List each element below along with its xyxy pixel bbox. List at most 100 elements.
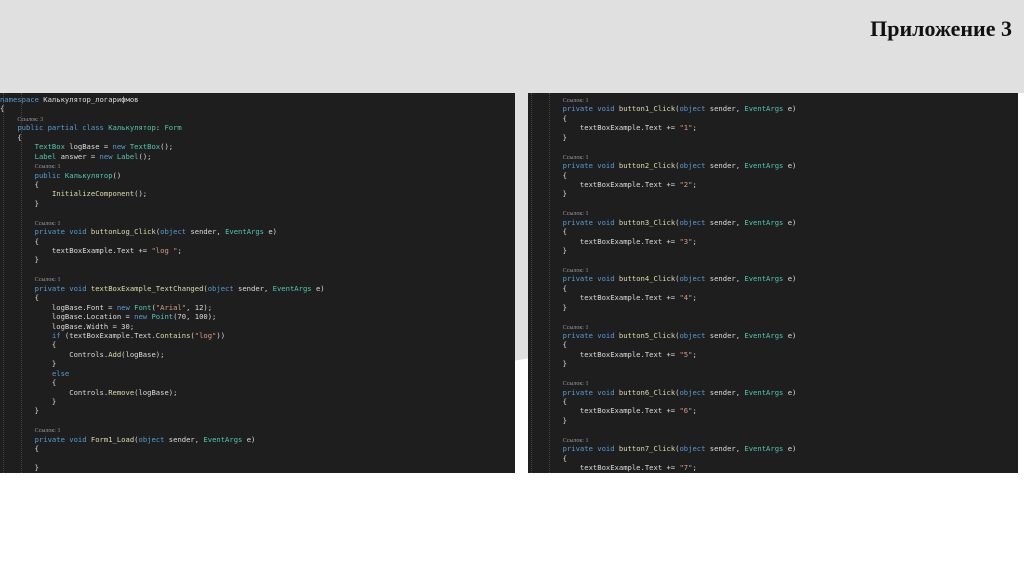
code-token: ; [692, 293, 697, 303]
code-token: } [0, 397, 57, 406]
code-token: ; [177, 246, 182, 255]
code-line: Ссылок: 1 [528, 95, 796, 104]
code-token: (); [160, 142, 174, 152]
code-line: { [0, 104, 325, 113]
code-token: } [528, 473, 567, 474]
reference-count-label: Ссылок: 1 [562, 98, 589, 104]
code-token: button5_Click [618, 330, 676, 340]
code-token: } [528, 359, 567, 369]
reference-count-label: Ссылок: 1 [562, 267, 589, 274]
code-line: Ссылок: 3 [0, 114, 325, 123]
code-token: { [0, 132, 22, 142]
code-line: } [0, 463, 325, 472]
code-token: { [528, 283, 567, 293]
code-line: logBase.Width = 30; [0, 322, 325, 331]
code-line: } [528, 473, 796, 474]
code-token: ; [692, 463, 697, 473]
code-token: { [528, 170, 567, 180]
code-token: { [528, 227, 567, 237]
code-token: object [679, 104, 710, 114]
code-token: } [528, 302, 567, 312]
code-line: private void button4_Click(object sender… [528, 274, 797, 283]
code-line: textBoxExample.Text += "5"; [528, 350, 796, 359]
code-token: object [207, 283, 239, 293]
code-token: Form [164, 123, 182, 133]
code-line: textBoxExample.Text += "3"; [528, 237, 796, 246]
code-token: (logBase); [134, 387, 178, 397]
code-token: EventArgs [744, 161, 788, 171]
code-token: button6_Click [618, 387, 676, 397]
code-token: TextBox [34, 142, 70, 152]
code-token: buttonLog_Click [90, 227, 156, 237]
code-token: "5" [679, 349, 693, 359]
code-token: new [112, 142, 130, 152]
code-line: Ссылок: 1 [0, 274, 325, 283]
code-token: logBase.Width = 30; [0, 321, 135, 331]
code-token: "Arial" [155, 302, 187, 312]
code-line: { [528, 227, 796, 236]
code-screenshot-right: Ссылок: 1 private void button1_Click(obj… [528, 93, 1018, 473]
code-token: textBoxExample.Text += [528, 179, 680, 189]
code-token: if [51, 330, 65, 340]
code-line: Ссылок: 1 [0, 425, 325, 434]
code-token: EventArgs [744, 330, 788, 340]
code-line: } [0, 199, 325, 208]
code-token: namespace [0, 95, 44, 104]
code-token: "3" [679, 236, 693, 246]
code-token: EventArgs [744, 444, 788, 454]
code-line: { [528, 284, 796, 293]
code-token: Point [151, 312, 174, 322]
code-line: { [0, 180, 325, 189]
code-line: Controls.Remove(logBase); [0, 388, 325, 397]
code-token: sender, [709, 444, 745, 454]
code-token: } [528, 189, 567, 199]
reference-count-label: Ссылок: 1 [562, 437, 589, 444]
code-line: } [0, 359, 325, 368]
reference-count-label: Ссылок: 1 [562, 154, 589, 161]
code-token: , 12); [186, 302, 213, 312]
code-token: private void [34, 227, 91, 237]
code-block: Ссылок: 1 private void button1_Click(obj… [528, 93, 797, 474]
code-token: private void [562, 217, 619, 227]
code-token: (logBase); [121, 349, 165, 359]
code-token: (); [138, 151, 152, 161]
code-line: private void button7_Click(object sender… [528, 444, 797, 454]
code-token: e) [787, 104, 797, 114]
code-token: ; [692, 179, 697, 189]
code-token: e) [246, 434, 256, 444]
code-line: InitializeComponent(); [0, 189, 325, 198]
code-token: sender, [190, 227, 226, 237]
code-line: { [528, 114, 796, 123]
code-line: Ссылок: 1 [528, 322, 796, 331]
code-token: logBase.Location = [0, 312, 135, 322]
code-block: namespace Калькулятор_логарифмов{ Ссылок… [0, 93, 325, 473]
code-token: sender, [168, 434, 204, 444]
code-token: Remove [108, 387, 135, 397]
code-line: { [0, 133, 325, 142]
code-token: textBoxExample.Text += [528, 293, 680, 303]
reference-count-label: Ссылок: 1 [34, 428, 61, 435]
code-token: e) [787, 161, 797, 171]
code-token: textBoxExample.Text += [528, 463, 680, 473]
code-line: private void button3_Click(object sender… [528, 217, 797, 227]
code-token: object [679, 161, 710, 171]
code-token: EventArgs [272, 283, 316, 293]
code-line: else [0, 369, 325, 378]
code-token: object [160, 227, 191, 237]
code-token: else [51, 368, 70, 378]
